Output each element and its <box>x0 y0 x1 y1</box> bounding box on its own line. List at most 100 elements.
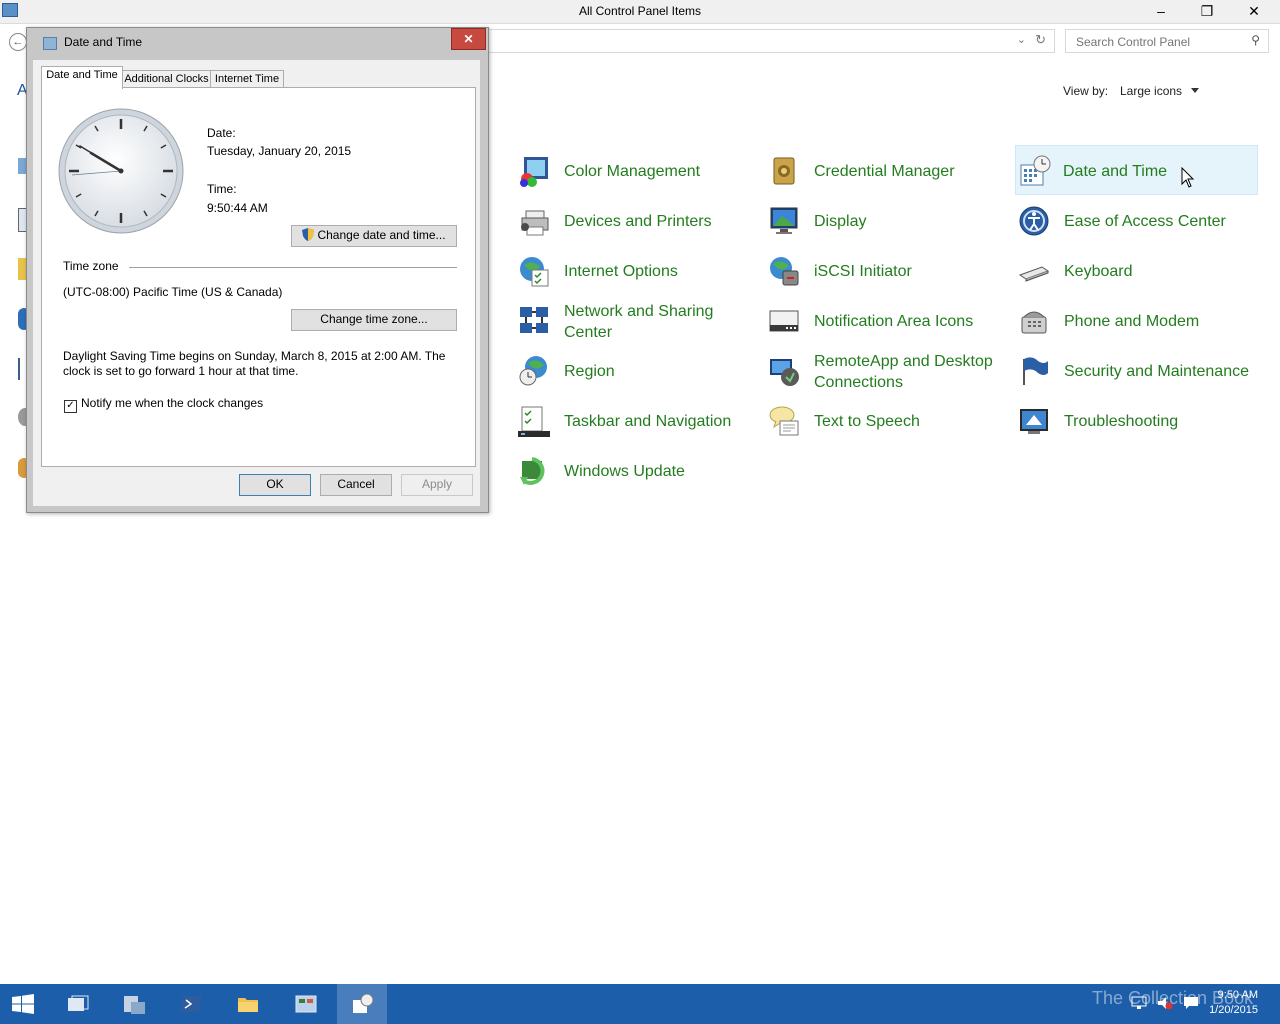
color-management-icon <box>520 157 548 187</box>
address-dropdown-icon[interactable]: ⌄ <box>1017 33 1026 46</box>
cp-item-network-and-sharing[interactable]: Network and Sharing Center <box>518 297 758 343</box>
view-by-value[interactable]: Large icons <box>1120 84 1182 98</box>
cp-item-color-management[interactable]: Color Management <box>518 147 758 193</box>
cp-item-troubleshooting[interactable]: Troubleshooting <box>1018 397 1258 443</box>
taskbar-task-view[interactable] <box>52 984 102 1024</box>
notification-area-icon <box>769 310 799 332</box>
volume-muted-icon[interactable] <box>1157 996 1173 1010</box>
taskbar-navigation-icon <box>518 406 550 437</box>
cp-item-label: Color Management <box>564 163 701 180</box>
task-view-icon <box>68 995 89 1011</box>
cp-item-internet-options[interactable]: Internet Options <box>518 247 758 293</box>
chevron-down-icon[interactable] <box>1191 88 1199 93</box>
cp-item-phone-and-modem[interactable]: Phone and Modem <box>1018 297 1258 343</box>
address-bar[interactable]: ⌄ ↻ <box>488 29 1055 53</box>
tray-clock[interactable]: 9:50 AM 1/20/2015 <box>1209 988 1258 1018</box>
search-input[interactable] <box>1074 33 1243 51</box>
network-sharing-icon <box>520 307 548 333</box>
cp-item-text-to-speech[interactable]: Text to Speech <box>768 397 1008 443</box>
cp-item-label: Phone and Modem <box>1064 313 1200 330</box>
cp-item-taskbar-navigation[interactable]: Taskbar and Navigation <box>518 397 758 443</box>
notify-label[interactable]: Notify me when the clock changes <box>81 396 263 410</box>
tab-date-and-time[interactable]: Date and Time <box>41 66 123 89</box>
taskbar-date-time[interactable] <box>337 984 387 1024</box>
apply-button[interactable]: Apply <box>401 474 473 496</box>
cp-item-windows-update[interactable]: Windows Update <box>518 447 758 493</box>
cp-item-label: Network and Sharing Center <box>564 303 714 341</box>
cp-item-label: Keyboard <box>1064 263 1133 280</box>
action-center-icon[interactable] <box>1183 996 1199 1010</box>
back-arrow-icon[interactable]: ← <box>9 33 27 51</box>
cp-item-region[interactable]: Region <box>518 347 758 393</box>
notify-checkbox[interactable]: ✓ <box>64 400 77 413</box>
cp-item-credential-manager[interactable]: Credential Manager <box>768 147 1008 193</box>
taskbar-control-panel[interactable] <box>280 984 330 1024</box>
cp-item-label: Security and Maintenance <box>1064 363 1249 380</box>
cp-item-label: Display <box>814 213 867 230</box>
iscsi-icon <box>770 257 799 286</box>
mouse-cursor-icon <box>1181 167 1195 188</box>
timezone-value: (UTC-08:00) Pacific Time (US & Canada) <box>63 285 283 299</box>
view-by-label: View by: <box>1063 84 1109 98</box>
region-icon <box>519 356 547 386</box>
change-date-time-label: Change date and time... <box>317 228 446 242</box>
time-value: 9:50:44 AM <box>207 201 268 215</box>
refresh-icon[interactable]: ↻ <box>1035 32 1046 48</box>
window-title: All Control Panel Items <box>578 4 702 18</box>
date-value: Tuesday, January 20, 2015 <box>207 144 352 158</box>
cp-item-label: Taskbar and Navigation <box>564 413 732 430</box>
cp-item-iscsi-initiator[interactable]: iSCSI Initiator <box>768 247 1008 293</box>
search-icon[interactable]: ⚲ <box>1251 33 1260 47</box>
date-label: Date: <box>207 126 236 140</box>
change-date-time-button[interactable]: Change date and time... <box>291 225 457 247</box>
cp-item-display[interactable]: Display <box>768 197 1008 243</box>
taskbar-server-manager[interactable] <box>108 984 158 1024</box>
cp-item-ease-of-access[interactable]: Ease of Access Center <box>1018 197 1258 243</box>
security-maintenance-icon <box>1023 357 1048 385</box>
timezone-heading: Time zone <box>63 259 119 273</box>
cp-item-label: Windows Update <box>564 463 685 480</box>
cp-item-label: Region <box>564 363 615 380</box>
dialog-close-button[interactable]: ✕ <box>451 28 486 50</box>
cp-item-label: Date and Time <box>1063 163 1168 180</box>
minimize-button[interactable]: – <box>1138 0 1184 22</box>
taskbar: The Collection Book 9:50 AM 1/20/2015 <box>0 984 1280 1024</box>
dialog-title: Date and Time <box>64 35 143 49</box>
view-by[interactable]: View by: Large icons <box>1063 84 1199 98</box>
cp-item-date-and-time[interactable]: Date and Time <box>1015 145 1258 195</box>
cp-item-notification-area-icons[interactable]: Notification Area Icons <box>768 297 1008 343</box>
control-panel-icon <box>295 995 317 1013</box>
powershell-icon <box>180 996 202 1012</box>
search-box[interactable]: ⚲ <box>1065 29 1269 53</box>
tray-time: 9:50 AM <box>1217 989 1258 1001</box>
remoteapp-icon <box>770 359 799 386</box>
date-time-dialog: Date and Time ✕ Date and Time Additional… <box>26 27 489 513</box>
cp-item-remoteapp[interactable]: RemoteApp and Desktop Connections <box>768 347 1008 393</box>
taskbar-powershell[interactable] <box>165 984 215 1024</box>
tray-date: 1/20/2015 <box>1209 1004 1258 1016</box>
start-button[interactable] <box>0 984 50 1024</box>
dialog-app-icon <box>43 37 57 50</box>
restore-button[interactable]: ❐ <box>1184 0 1230 22</box>
folder-icon <box>238 998 258 1012</box>
cancel-button[interactable]: Cancel <box>320 474 392 496</box>
cp-item-devices-and-printers[interactable]: Devices and Printers <box>518 197 758 243</box>
date-time-icon <box>1020 155 1051 186</box>
devices-printers-icon <box>521 210 549 236</box>
dst-info-line2: clock is set to go forward 1 hour at tha… <box>63 364 299 378</box>
close-button[interactable]: ✕ <box>1231 0 1277 22</box>
change-time-zone-button[interactable]: Change time zone... <box>291 309 457 331</box>
cp-item-label: Internet Options <box>564 263 678 280</box>
taskbar-file-explorer[interactable] <box>222 984 272 1024</box>
cp-item-keyboard[interactable]: Keyboard <box>1018 247 1258 293</box>
left-peek-icon <box>18 158 26 174</box>
cp-item-label: Notification Area Icons <box>814 313 974 330</box>
ok-button[interactable]: OK <box>239 474 311 496</box>
network-tray-icon[interactable] <box>1131 996 1147 1010</box>
credential-manager-icon <box>773 157 795 185</box>
cp-item-label: Devices and Printers <box>564 213 712 230</box>
tab-panel-date-and-time: Date: Tuesday, January 20, 2015 Time: 9:… <box>41 87 476 467</box>
cp-item-label: Ease of Access Center <box>1064 213 1226 230</box>
timezone-divider <box>129 267 457 268</box>
cp-item-security-maintenance[interactable]: Security and Maintenance <box>1018 347 1258 393</box>
